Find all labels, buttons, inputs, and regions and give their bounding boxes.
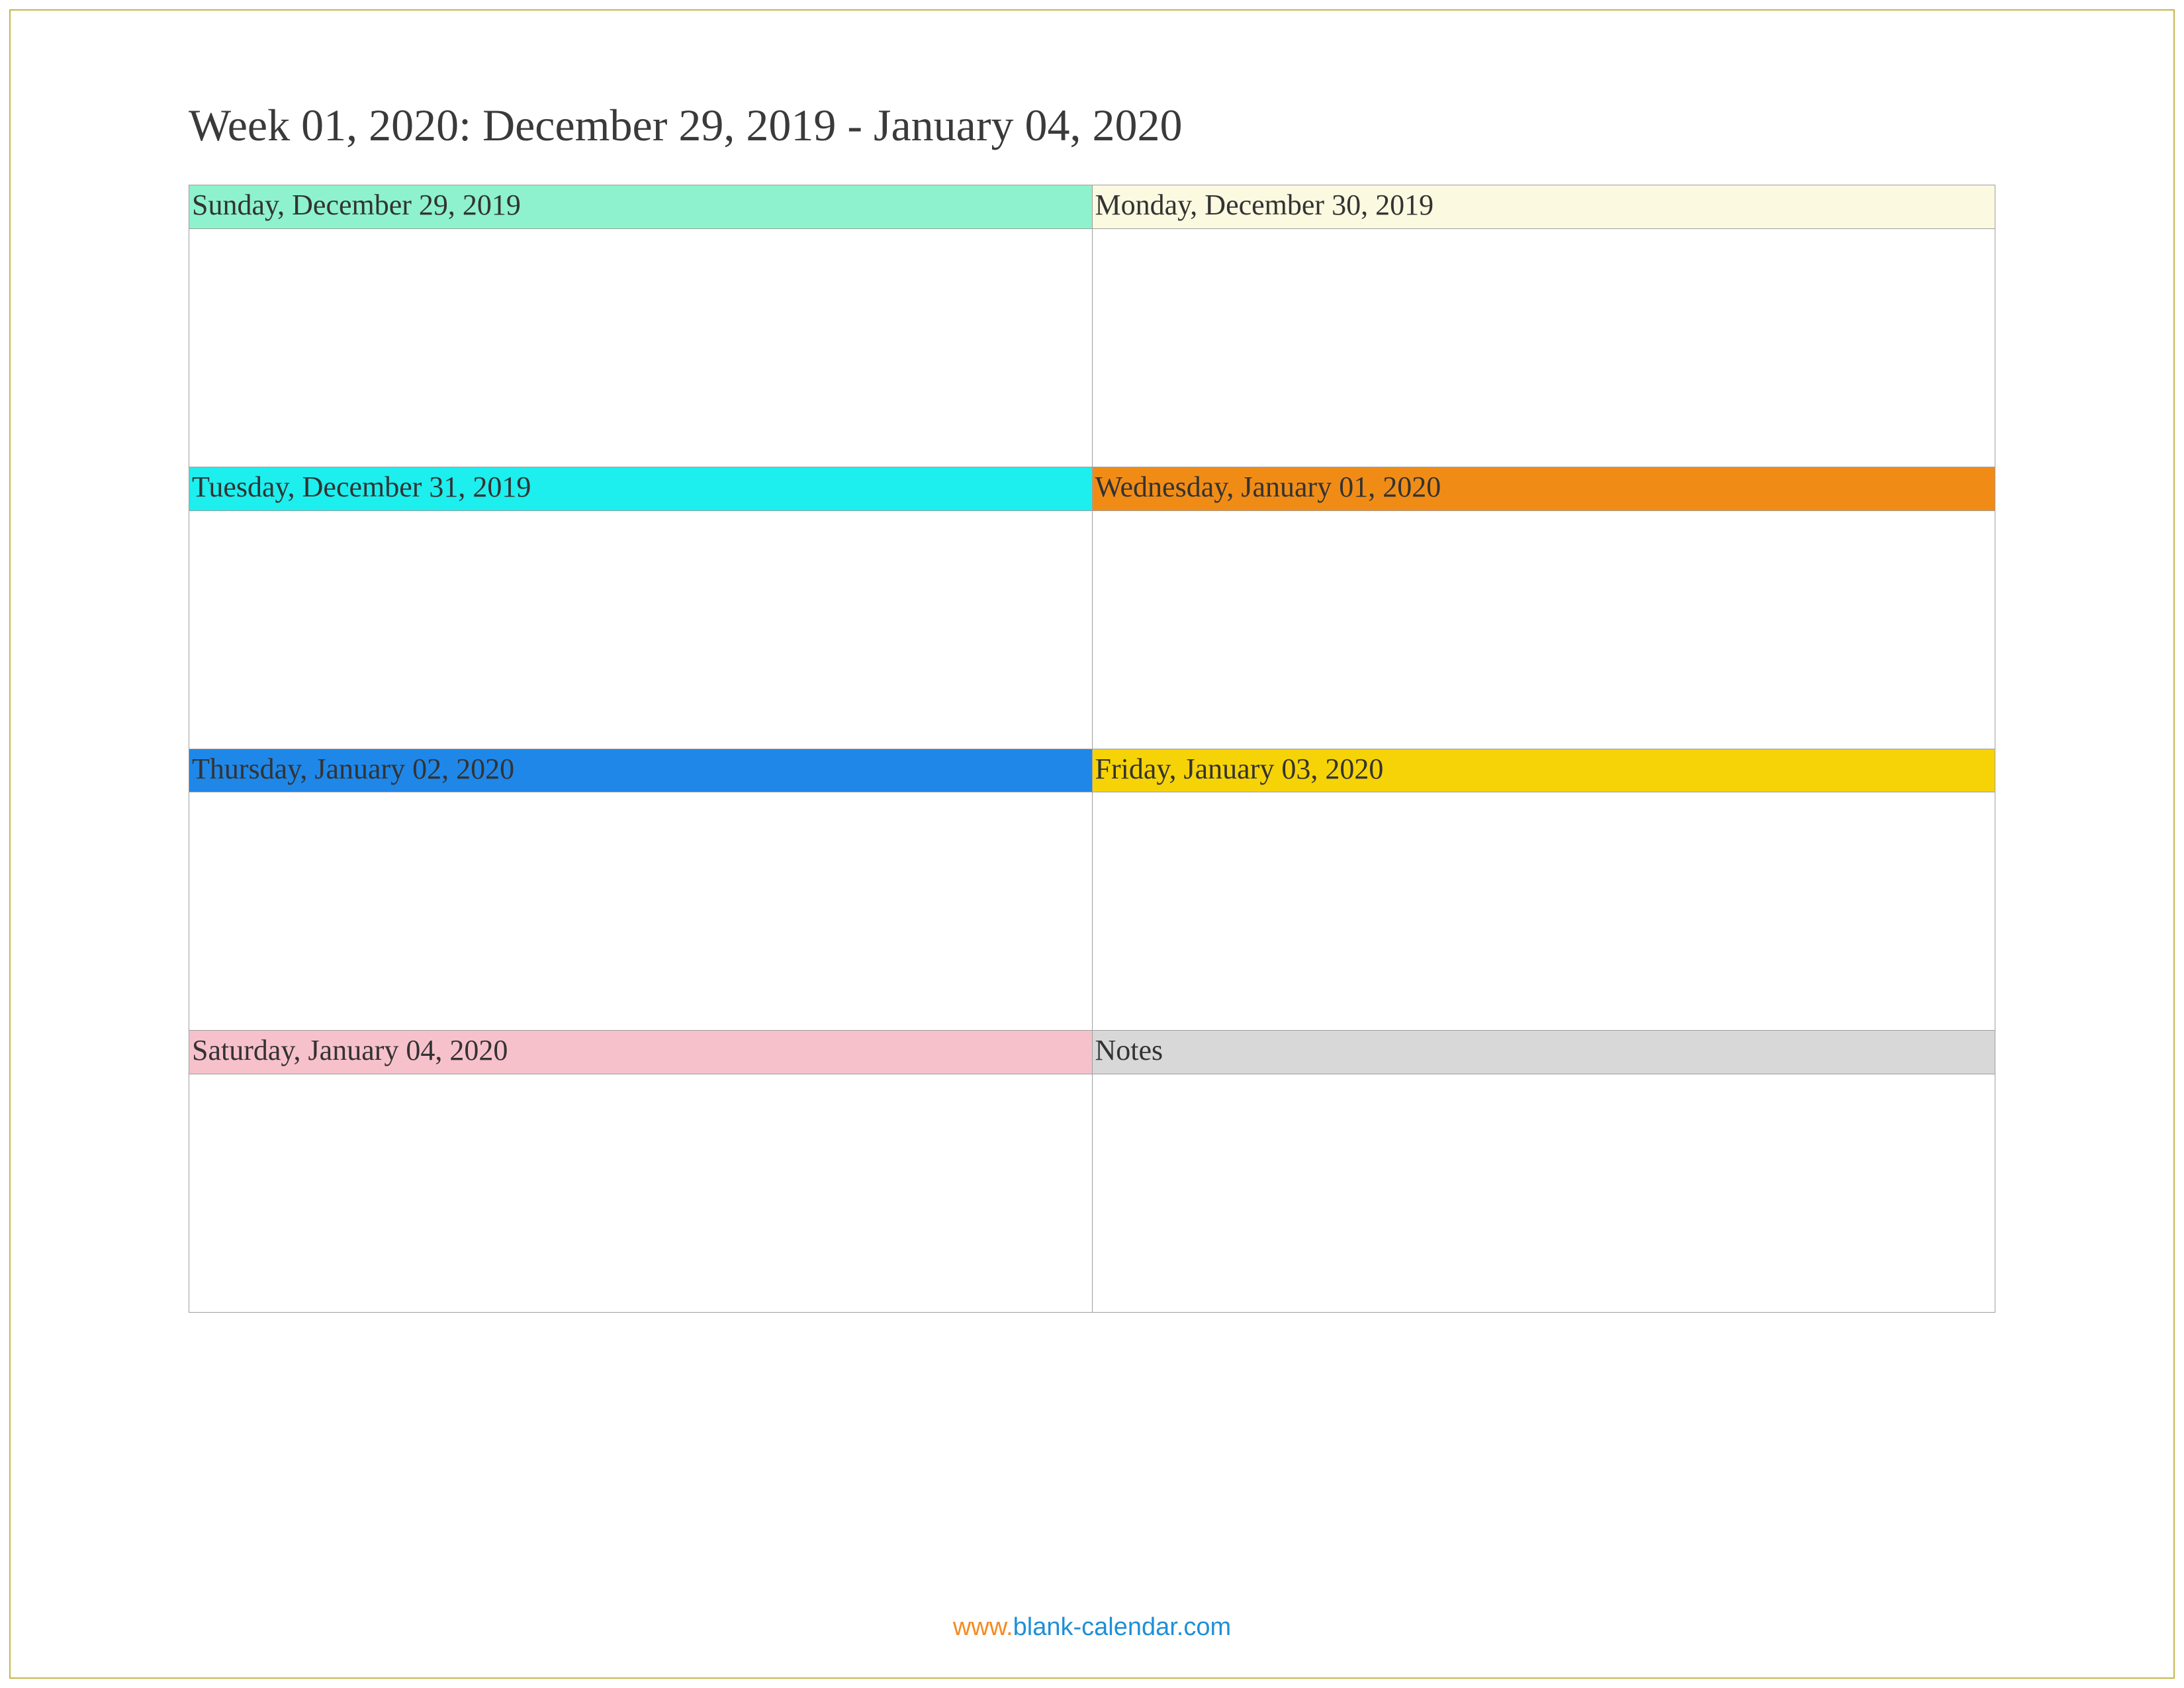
day-body-saturday <box>189 1074 1093 1313</box>
notes-header: Notes <box>1092 1031 1995 1074</box>
day-body-thursday <box>189 792 1093 1031</box>
day-body-sunday <box>189 228 1093 467</box>
day-body-friday <box>1092 792 1995 1031</box>
footer-link: www.blank-calendar.com <box>0 1613 2184 1642</box>
day-body-wednesday <box>1092 510 1995 749</box>
page-title: Week 01, 2020: December 29, 2019 - Janua… <box>189 99 1995 152</box>
day-body-tuesday <box>189 510 1093 749</box>
day-body-monday <box>1092 228 1995 467</box>
day-header-sunday: Sunday, December 29, 2019 <box>189 185 1093 229</box>
day-header-wednesday: Wednesday, January 01, 2020 <box>1092 467 1995 510</box>
notes-body <box>1092 1074 1995 1313</box>
day-header-tuesday: Tuesday, December 31, 2019 <box>189 467 1093 510</box>
footer-www: www. <box>953 1613 1013 1641</box>
day-header-friday: Friday, January 03, 2020 <box>1092 749 1995 792</box>
day-header-saturday: Saturday, January 04, 2020 <box>189 1031 1093 1074</box>
day-header-thursday: Thursday, January 02, 2020 <box>189 749 1093 792</box>
day-header-monday: Monday, December 30, 2019 <box>1092 185 1995 229</box>
weekly-calendar-table: Sunday, December 29, 2019 Monday, Decemb… <box>189 185 1995 1313</box>
footer-domain: blank-calendar.com <box>1013 1613 1232 1641</box>
calendar-content: Week 01, 2020: December 29, 2019 - Janua… <box>189 99 1995 1313</box>
